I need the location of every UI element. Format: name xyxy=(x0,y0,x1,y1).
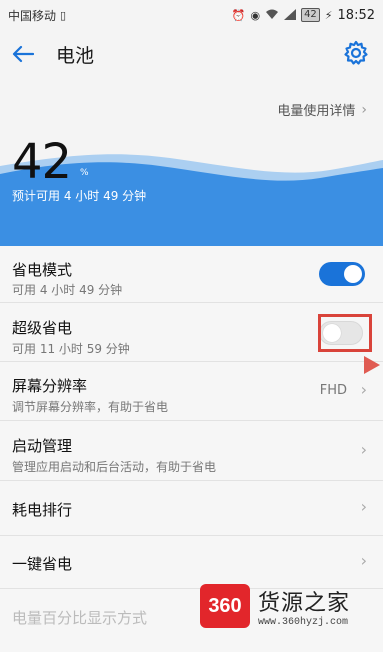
chevron-right-icon: › xyxy=(360,380,367,399)
battery-percentage: 42 xyxy=(12,134,72,190)
chevron-right-icon: › xyxy=(360,497,367,516)
resolution-value: FHD xyxy=(319,383,347,398)
title-bar: 电池 xyxy=(0,30,383,78)
sim-icon: ▯ xyxy=(60,8,67,22)
row-title: 屏幕分辨率 xyxy=(12,377,88,395)
alarm-icon: ⏰ xyxy=(231,8,246,22)
remaining-time: 预计可用 4 小时 49 分钟 xyxy=(12,189,147,203)
charging-icon: ⚡ xyxy=(324,8,333,22)
row-subtitle: 可用 11 小时 59 分钟 xyxy=(12,342,130,356)
row-title: 启动管理 xyxy=(12,437,73,455)
chevron-right-icon: › xyxy=(360,440,367,459)
row-subtitle: 调节屏幕分辨率，有助于省电 xyxy=(12,400,169,414)
carrier-name: 中国移动 xyxy=(8,8,57,23)
battery-icon: 42 xyxy=(301,8,320,22)
row-screen-resolution[interactable]: 屏幕分辨率 调节屏幕分辨率，有助于省电 FHD › xyxy=(0,362,383,421)
row-title: 耗电排行 xyxy=(12,501,73,519)
arrow-right-icon xyxy=(364,356,380,374)
row-subtitle: 管理应用启动和后台活动，有助于省电 xyxy=(12,460,217,474)
row-title: 电量百分比显示方式 xyxy=(12,609,148,627)
row-startup-management[interactable]: 启动管理 管理应用启动和后台活动，有助于省电 › xyxy=(0,421,383,481)
percent-sign: % xyxy=(80,168,89,178)
row-title: 省电模式 xyxy=(12,261,73,279)
watermark: 360 货源之家 www.360hyzj.com xyxy=(200,578,383,634)
back-button[interactable] xyxy=(0,30,46,78)
row-power-saving-mode[interactable]: 省电模式 可用 4 小时 49 分钟 xyxy=(0,246,383,303)
battery-hero: 电量使用详情 › 42 % 预计可用 4 小时 49 分钟 xyxy=(0,78,383,246)
row-title: 超级省电 xyxy=(12,319,73,337)
watermark-title: 货源之家 xyxy=(258,590,351,616)
signal-icon xyxy=(284,8,297,22)
page-title: 电池 xyxy=(56,44,95,67)
highlight-box xyxy=(318,314,372,352)
status-bar: 中国移动 ▯ ⏰ ◉ 42 ⚡ 18:52 xyxy=(0,0,383,30)
usage-details-link[interactable]: 电量使用详情 › xyxy=(277,100,367,120)
chevron-right-icon: › xyxy=(361,101,367,118)
watermark-logo: 360 xyxy=(200,584,250,628)
clock: 18:52 xyxy=(337,7,375,23)
wifi-icon xyxy=(265,9,279,22)
gear-icon xyxy=(344,40,368,65)
power-saving-toggle[interactable] xyxy=(319,262,365,286)
settings-button[interactable] xyxy=(343,40,369,66)
usage-details-label: 电量使用详情 xyxy=(277,104,356,119)
row-power-ranking[interactable]: 耗电排行 › xyxy=(0,481,383,536)
arrow-left-icon xyxy=(12,45,34,63)
chevron-right-icon: › xyxy=(360,551,367,570)
eye-icon: ◉ xyxy=(250,8,261,22)
row-title: 一键省电 xyxy=(12,555,73,573)
row-subtitle: 可用 4 小时 49 分钟 xyxy=(12,283,123,297)
watermark-url: www.360hyzj.com xyxy=(258,616,349,628)
